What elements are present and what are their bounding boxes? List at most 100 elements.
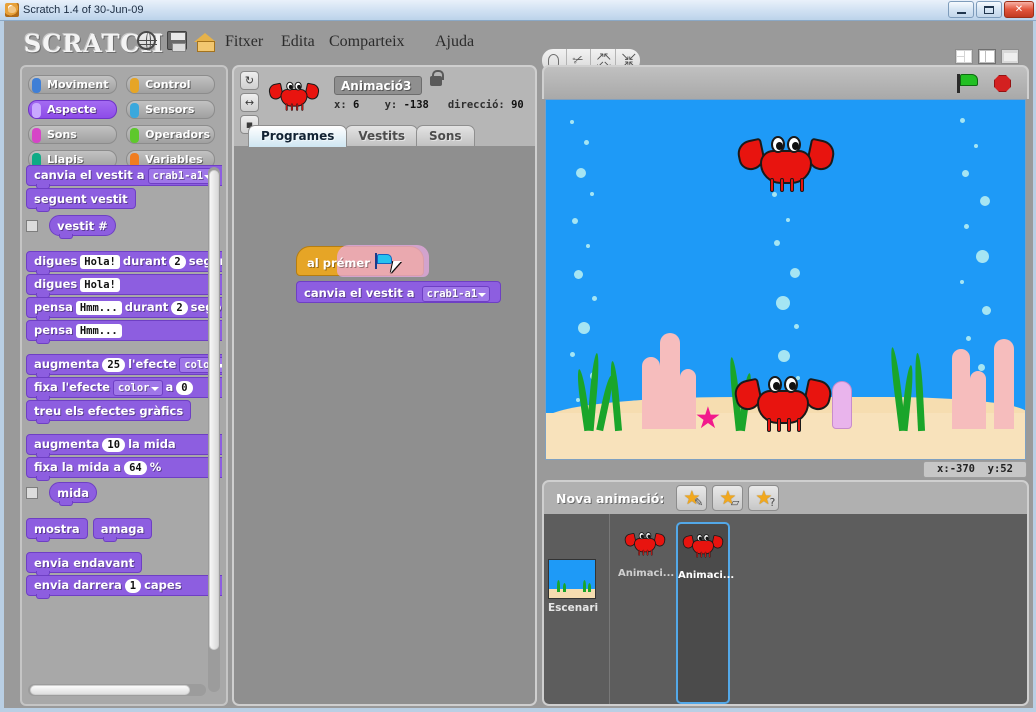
reporter-mida-row: mida <box>26 482 222 506</box>
palette-vertical-scrollbar[interactable] <box>208 167 220 692</box>
block-augmenta-efecte[interactable]: augmenta 25 l'efecte color <box>26 354 222 378</box>
category-label: Operadors <box>145 128 211 141</box>
minimize-button[interactable] <box>948 1 974 18</box>
stop-button[interactable] <box>994 75 1011 92</box>
menu-comparteix[interactable]: Comparteix <box>329 33 405 51</box>
tab-sons[interactable]: Sons <box>416 125 475 147</box>
sprite-coordinates: x: 6 y: -138 direcció: 90 <box>334 99 524 111</box>
block-label: envia darrera <box>34 578 122 592</box>
palette-horizontal-scrollbar[interactable] <box>28 684 206 696</box>
menu-edita[interactable]: Edita <box>281 33 315 51</box>
green-flag-button[interactable] <box>957 74 979 93</box>
window-controls: ✕ <box>948 1 1034 18</box>
block-envia-darrera[interactable]: envia darrera 1 capes <box>26 575 222 599</box>
block-augmenta-mida[interactable]: augmenta 10 la mida <box>26 434 222 458</box>
block-amaga[interactable]: amaga <box>92 518 153 542</box>
surprise-sprite-button[interactable]: ★? <box>748 485 780 511</box>
script-hat-block-al-premer[interactable]: al prémer <box>296 245 429 279</box>
lock-icon[interactable] <box>430 70 444 86</box>
block-pensa[interactable]: pensa Hmm... <box>26 320 222 344</box>
application-body: SCRATCH Fitxer Edita Comparteix Ajuda ✂ … <box>0 21 1036 712</box>
sprite-info-header: ↻ ↔ ▪ Animació3 x: 6 y: -138 direcció: 9… <box>232 65 537 149</box>
tab-programes[interactable]: Programes <box>248 125 348 147</box>
palette-block-list: canvia el vestit a crab1-a1 seguent vest… <box>26 165 222 702</box>
category-operadors[interactable]: Operadors <box>126 125 216 144</box>
block-treu-efectes[interactable]: treu els efectes gràfics <box>26 400 192 424</box>
text-input[interactable]: Hola! <box>80 277 120 292</box>
close-button[interactable]: ✕ <box>1004 1 1034 18</box>
costume-dropdown[interactable]: crab1-a1 <box>421 286 491 302</box>
question-icon: ? <box>769 496 776 509</box>
menu-fitxer[interactable]: Fitxer <box>225 33 263 51</box>
category-sons[interactable]: Sons <box>28 125 117 144</box>
block-label: digues <box>34 254 78 268</box>
paint-new-sprite-button[interactable]: ★ ✎ <box>676 485 708 511</box>
block-mostra[interactable]: mostra <box>26 518 88 542</box>
block-vestit-numero[interactable]: vestit # <box>49 215 116 239</box>
hat-block-label: al prémer <box>307 256 370 270</box>
number-input[interactable]: 1 <box>124 578 142 593</box>
block-label: capes <box>144 578 182 592</box>
maximize-button[interactable] <box>976 1 1002 18</box>
category-sensors[interactable]: Sensors <box>126 100 216 119</box>
block-digues[interactable]: digues Hola! <box>26 274 222 298</box>
presentation-mode-button[interactable] <box>1001 49 1019 64</box>
number-input[interactable]: 10 <box>102 437 126 452</box>
mouse-pointer <box>392 261 404 279</box>
effect-dropdown[interactable]: color <box>112 379 163 396</box>
block-fixa-mida[interactable]: fixa la mida a 64 % <box>26 457 222 481</box>
category-label: Moviment <box>47 78 109 91</box>
scrollbar-thumb[interactable] <box>209 170 219 650</box>
block-palette: Moviment Control Aspecte Sensors Sons Op… <box>20 65 228 706</box>
menu-ajuda[interactable]: Ajuda <box>435 33 474 51</box>
save-icon[interactable] <box>167 31 187 52</box>
import-sprite-button[interactable]: ★ ▱ <box>712 485 744 511</box>
number-input[interactable]: 25 <box>102 357 126 372</box>
text-input[interactable]: Hmm... <box>75 323 122 338</box>
number-input[interactable]: 2 <box>171 300 188 315</box>
watcher-checkbox-vestit[interactable] <box>26 219 38 232</box>
mouse-x-label: x: <box>937 463 950 475</box>
costume-dropdown[interactable]: crab1-a1 <box>147 167 217 184</box>
block-seguent-vestit[interactable]: seguent vestit <box>26 188 136 212</box>
watcher-checkbox-mida[interactable] <box>26 486 38 499</box>
globe-icon[interactable] <box>137 31 157 51</box>
stage-canvas[interactable]: ★ <box>545 99 1026 460</box>
script-pane: ↻ ↔ ▪ Animació3 x: 6 y: -138 direcció: 9… <box>232 65 537 706</box>
block-envia-endavant[interactable]: envia endavant <box>26 552 143 576</box>
number-input[interactable]: 0 <box>176 380 193 395</box>
category-control[interactable]: Control <box>126 75 216 94</box>
sprite-cell-1[interactable]: Animaci... <box>618 522 674 704</box>
normal-stage-layout-button[interactable] <box>978 49 996 64</box>
block-digues-durant[interactable]: digues Hola! durant 2 segons <box>26 251 222 275</box>
rotate-freely-icon[interactable]: ↻ <box>240 71 259 90</box>
scripts-canvas[interactable]: al prémer canvia el vestit a crab1-a1 <box>232 146 537 706</box>
block-fixa-efecte[interactable]: fixa l'efecte color a 0 <box>26 377 222 401</box>
category-moviment[interactable]: Moviment <box>28 75 117 94</box>
scrollbar-thumb[interactable] <box>30 685 190 695</box>
block-canvia-vestit[interactable]: canvia el vestit a crab1-a1 <box>26 165 222 189</box>
block-pensa-durant[interactable]: pensa Hmm... durant 2 segons <box>26 297 222 321</box>
block-mida[interactable]: mida <box>49 482 98 506</box>
mouse-y-value: 52 <box>1000 463 1013 475</box>
stage-selector[interactable]: Escenari <box>544 514 610 704</box>
text-input[interactable]: Hola! <box>80 254 120 269</box>
category-aspecte[interactable]: Aspecte <box>28 100 117 119</box>
small-stage-layout-button[interactable] <box>955 49 973 64</box>
sprite-cell-2[interactable]: Animaci... <box>676 522 734 704</box>
stage-pane: ★ x:-370 y:52 <box>542 65 1029 478</box>
layout-button-group <box>955 49 1019 64</box>
number-input[interactable]: 64 <box>124 460 147 475</box>
text-input[interactable]: Hmm... <box>75 300 122 315</box>
sprite-name-field[interactable]: Animació3 <box>334 76 422 95</box>
home-icon[interactable] <box>194 31 216 52</box>
block-label: augmenta <box>34 437 100 451</box>
mouse-coordinates-readout: x:-370 y:52 <box>923 461 1027 478</box>
left-right-flip-icon[interactable]: ↔ <box>240 93 259 112</box>
number-input[interactable]: 2 <box>169 254 186 269</box>
sprite-corral-body: Escenari Animaci... Animaci... <box>542 514 1029 706</box>
tab-vestits[interactable]: Vestits <box>345 125 418 147</box>
sprite-tabs: Programes Vestits Sons <box>248 125 475 147</box>
script-block-canvia-vestit[interactable]: canvia el vestit a crab1-a1 <box>296 281 502 303</box>
block-label: augmenta <box>34 357 100 371</box>
